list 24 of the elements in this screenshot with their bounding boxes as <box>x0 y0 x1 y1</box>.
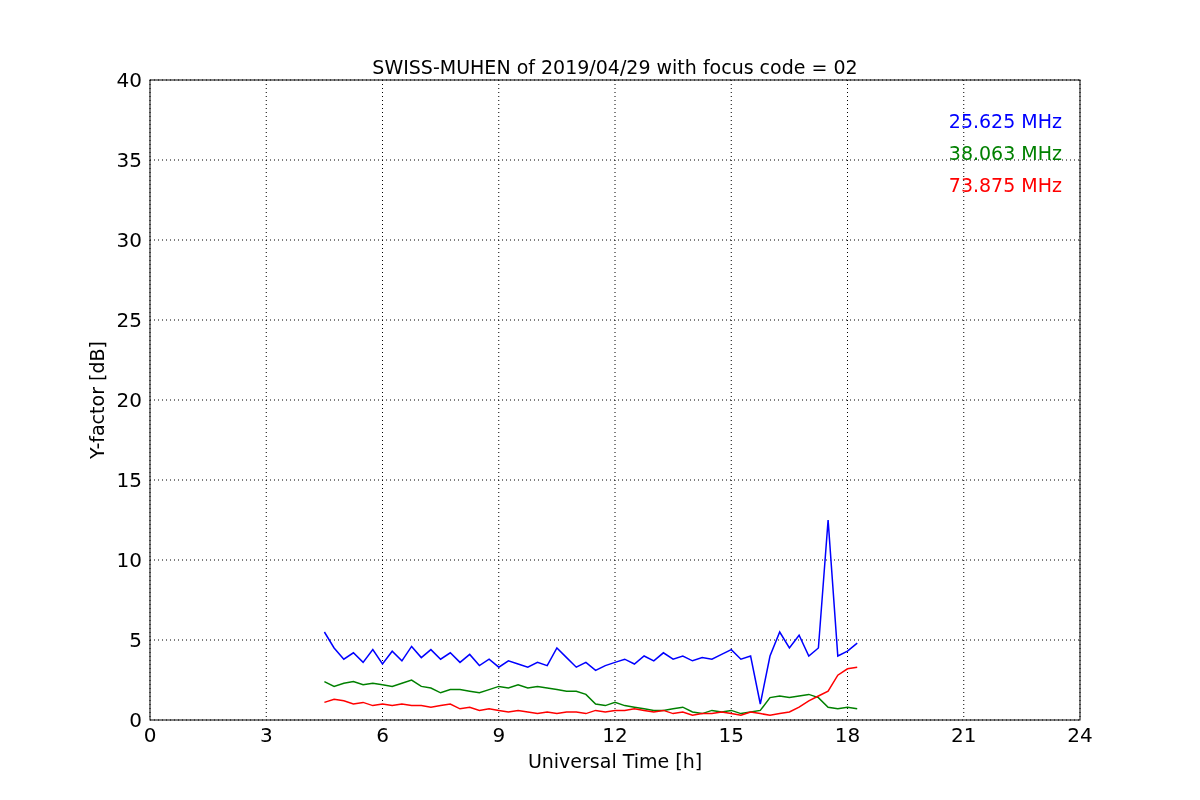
tick-label: 0 <box>129 708 142 732</box>
tick-label: 30 <box>116 228 142 252</box>
tick-label: 5 <box>129 628 142 652</box>
tick-label: 9 <box>492 723 506 747</box>
tick-label: 20 <box>116 388 142 412</box>
axis-label: Y-factor [dB] <box>86 341 108 459</box>
legend-label: 38.063 MHz <box>948 142 1062 164</box>
tick-label: 15 <box>116 468 142 492</box>
tick-label: 6 <box>376 723 389 747</box>
tick-label: 0 <box>143 723 157 747</box>
tick-label: 12 <box>602 723 628 747</box>
tick-label: 40 <box>116 68 142 92</box>
tick-label: 25 <box>116 308 142 332</box>
tick-label: 21 <box>951 723 977 747</box>
chart-title: SWISS-MUHEN of 2019/04/29 with focus code = 02 <box>372 56 858 78</box>
legend-label: 73.875 MHz <box>948 174 1062 196</box>
tick-label: 15 <box>718 723 744 747</box>
tick-label: 24 <box>1067 723 1093 747</box>
legend-label: 25.625 MHz <box>948 110 1062 132</box>
tick-label: 10 <box>116 548 142 572</box>
tick-label: 3 <box>259 723 273 747</box>
tick-label: 35 <box>116 148 142 172</box>
axis-label: Universal Time [h] <box>527 750 703 772</box>
tick-label: 18 <box>834 723 861 747</box>
